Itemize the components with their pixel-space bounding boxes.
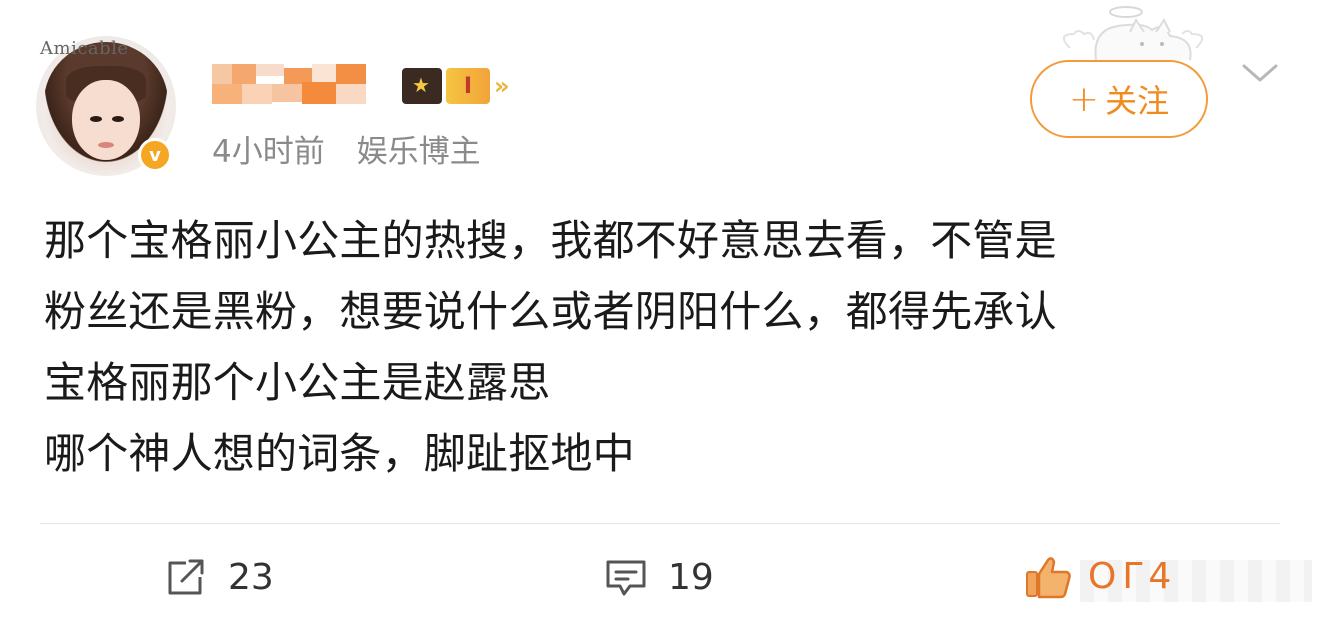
- user-type: 娱乐博主: [356, 134, 481, 170]
- post-line: 粉丝还是黑粉，想要说什么或者阴阳什么，都得先承认: [44, 287, 1057, 336]
- follow-button[interactable]: + 关注: [1030, 60, 1208, 138]
- level-badge: I: [446, 68, 490, 104]
- like-button[interactable]: [1024, 553, 1074, 601]
- comment-count: 19: [668, 556, 714, 598]
- comment-button[interactable]: 19: [604, 553, 714, 601]
- verified-badge-icon: v: [138, 138, 172, 172]
- thumbs-up-icon: [1026, 557, 1071, 599]
- message-icon: [606, 560, 646, 596]
- member-badges[interactable]: I »: [402, 66, 510, 106]
- crown-badge-icon: [402, 68, 442, 104]
- avatar[interactable]: Amicable v: [36, 36, 176, 176]
- post-meta: 4小时前 娱乐博主: [212, 126, 481, 171]
- follow-label: 关注: [1105, 82, 1170, 120]
- post-line: 宝格丽那个小公主是赵露思: [44, 358, 551, 407]
- post-line: 那个宝格丽小公主的热搜，我都不好意思去看，不管是: [44, 216, 1057, 265]
- repost-button[interactable]: 23: [164, 553, 274, 601]
- cat-angel-decoration-icon: [1063, 6, 1203, 61]
- avatar-watermark-text: Amicable: [40, 38, 129, 59]
- post-content: 那个宝格丽小公主的热搜，我都不好意思去看，不管是 粉丝还是黑粉，想要说什么或者阴…: [44, 205, 1284, 489]
- like-count: OΓ4: [1088, 556, 1178, 597]
- double-chevron-icon: »: [494, 72, 510, 100]
- repost-count: 23: [228, 556, 274, 598]
- divider: [40, 523, 1280, 524]
- share-box-icon: [168, 559, 204, 595]
- plus-icon: +: [1068, 78, 1100, 120]
- post-line: 哪个神人想的词条，脚趾抠地中: [44, 429, 635, 478]
- chevron-down-icon[interactable]: [1240, 58, 1280, 88]
- post-time: 4小时前: [212, 134, 325, 170]
- username-pixelated[interactable]: [212, 64, 384, 106]
